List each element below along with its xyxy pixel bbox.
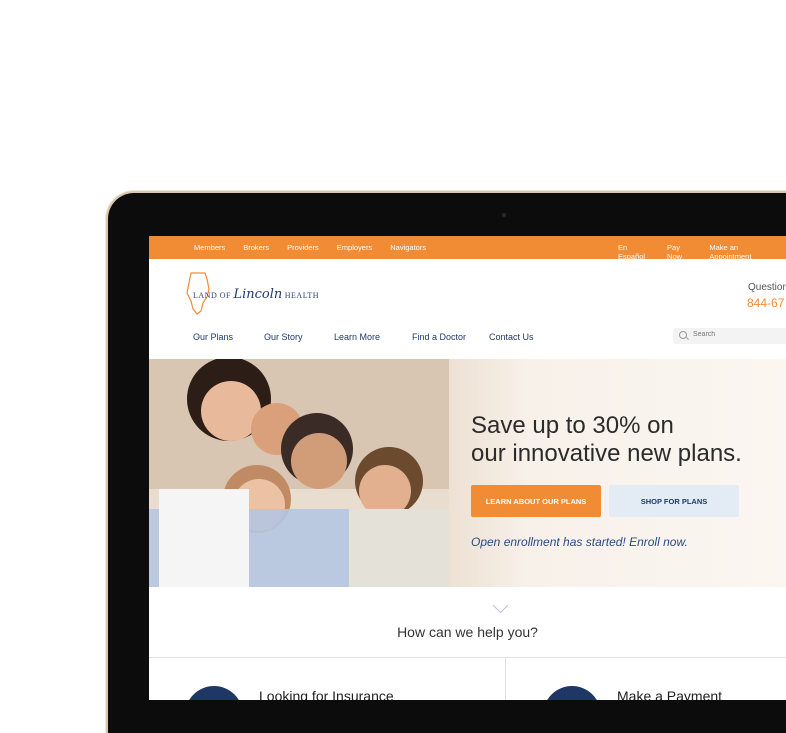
chevron-down-icon: ⌄: [336, 333, 342, 340]
topbar-link-employers[interactable]: Employers: [337, 243, 372, 252]
topbar-link-providers[interactable]: Providers: [287, 243, 319, 252]
brand-prefix: LAND OF: [193, 291, 231, 300]
card-looking-for-insurance[interactable]: Looking for Insurance: [259, 688, 394, 700]
hero-heading-line2: our innovative new plans.: [471, 440, 742, 467]
audience-links: Members Brokers Providers Employers Navi…: [194, 243, 444, 252]
nav-find-doctor[interactable]: Find a Doctor: [412, 332, 466, 342]
brand-logo[interactable]: LAND OF Lincoln HEALTH: [193, 287, 319, 302]
insurance-icon: [185, 686, 243, 700]
shop-plans-button[interactable]: SHOP FOR PLANS: [609, 485, 739, 517]
learn-plans-button[interactable]: LEARN ABOUT OUR PLANS: [471, 485, 601, 517]
help-title: How can we help you?: [397, 624, 538, 640]
chevron-down-icon[interactable]: [492, 597, 509, 614]
topbar-link-appointment[interactable]: Make an Appointment: [709, 243, 768, 261]
help-section-title: How can we help you?: [149, 624, 786, 642]
hero-banner: [149, 359, 786, 587]
brand-suffix: HEALTH: [284, 291, 320, 300]
top-utility-bar: Members Brokers Providers Employers Navi…: [149, 236, 786, 261]
nav-contact-us[interactable]: Contact Us: [489, 332, 534, 342]
chevron-down-icon: ⌄: [195, 333, 201, 340]
questions-label: Question: [748, 282, 786, 293]
card-separator: [505, 657, 506, 700]
family-photo: [149, 359, 449, 587]
topbar-link-navigators[interactable]: Navigators: [390, 243, 426, 252]
website-screen: Members Brokers Providers Employers Navi…: [149, 236, 786, 700]
phone-number[interactable]: 844-67: [747, 296, 784, 310]
search-box[interactable]: [673, 328, 786, 344]
hero-heading: Save up to 30% on our innovative new pla…: [471, 412, 742, 468]
utility-links: En Español Pay Now Make an Appointment: [618, 243, 786, 261]
webcam: [502, 213, 506, 217]
chevron-down-icon: ⌄: [266, 333, 272, 340]
search-input[interactable]: [691, 330, 785, 339]
enrollment-note[interactable]: Open enrollment has started! Enroll now.: [471, 535, 688, 549]
topbar-link-pay-now[interactable]: Pay Now: [667, 243, 691, 261]
topbar-link-members[interactable]: Members: [194, 243, 225, 252]
search-icon: [679, 331, 687, 339]
topbar-link-brokers[interactable]: Brokers: [243, 243, 269, 252]
brand-script: Lincoln: [233, 287, 283, 302]
hero-heading-line1: Save up to 30% on: [471, 412, 674, 439]
card-make-payment[interactable]: Make a Payment: [617, 688, 722, 700]
payment-icon: [543, 686, 601, 700]
topbar-link-espanol[interactable]: En Español: [618, 243, 649, 261]
cards-divider: [149, 657, 786, 658]
